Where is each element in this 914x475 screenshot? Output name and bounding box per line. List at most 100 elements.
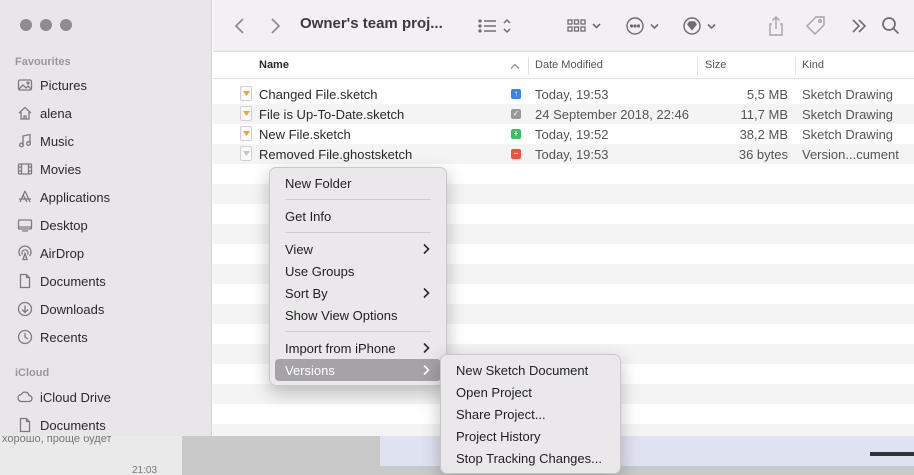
tag-icon xyxy=(806,16,825,35)
sidebar-item-music[interactable]: Music xyxy=(16,130,74,152)
file-row[interactable]: Removed File.ghostsketch − Today, 19:53 … xyxy=(213,144,914,164)
file-row[interactable]: File is Up-To-Date.sketch ✓ 24 September… xyxy=(213,104,914,124)
sidebar-item-label: iCloud Drive xyxy=(40,389,111,405)
tags-button[interactable] xyxy=(805,14,827,38)
sort-ascending-icon xyxy=(510,63,520,69)
sidebar-item-pictures[interactable]: Pictures xyxy=(16,74,87,96)
sidebar-item-label: Recents xyxy=(40,329,88,345)
chevron-right-icon xyxy=(271,18,281,34)
sketch-file-icon xyxy=(240,126,252,141)
ellipsis-circle-icon xyxy=(626,17,659,35)
file-kind: Sketch Drawing xyxy=(802,127,894,142)
applications-icon xyxy=(16,189,33,206)
column-header-size[interactable]: Size xyxy=(705,59,726,71)
sidebar-item-label: Documents xyxy=(40,273,106,289)
sidebar-item-home[interactable]: alena xyxy=(16,102,72,124)
menu-item-stop-tracking-changes[interactable]: Stop Tracking Changes... xyxy=(446,447,615,469)
sidebar-item-airdrop[interactable]: AirDrop xyxy=(16,242,84,264)
file-row[interactable]: New File.sketch + Today, 19:52 38,2 MB S… xyxy=(213,124,914,144)
menu-separator xyxy=(285,232,431,233)
file-row[interactable]: Changed File.sketch ↑ Today, 19:53 5,5 M… xyxy=(213,84,914,104)
chevron-left-icon xyxy=(234,18,244,34)
sketch-file-icon xyxy=(240,86,252,101)
file-size: 36 bytes xyxy=(738,147,788,162)
sketch-plugin-button[interactable] xyxy=(683,14,719,38)
window-title: Owner's team proj... xyxy=(300,15,443,32)
file-size: 11,7 MB xyxy=(740,107,788,122)
menu-item-share-project[interactable]: Share Project... xyxy=(446,403,615,425)
sidebar-item-downloads[interactable]: Downloads xyxy=(16,298,104,320)
more-toolbar-button[interactable] xyxy=(850,14,868,38)
sidebar-item-label: Movies xyxy=(40,161,82,177)
menu-item-versions[interactable]: Versions xyxy=(275,359,441,381)
menu-item-import-from-iphone[interactable]: Import from iPhone xyxy=(275,337,441,359)
recents-icon xyxy=(16,329,33,346)
sidebar: Favourites Pictures alena Music Movies A… xyxy=(0,0,212,436)
sidebar-item-documents[interactable]: Documents xyxy=(16,270,106,292)
column-header-date-modified[interactable]: Date Modified xyxy=(535,59,603,71)
sidebar-item-desktop[interactable]: Desktop xyxy=(16,214,88,236)
status-up-to-date-icon: ✓ xyxy=(511,109,521,119)
sidebar-item-label: Documents xyxy=(40,417,106,433)
sidebar-item-movies[interactable]: Movies xyxy=(16,158,81,180)
menu-item-new-sketch-document[interactable]: New Sketch Document xyxy=(446,359,615,381)
column-header-name[interactable]: Name xyxy=(259,59,289,71)
column-divider[interactable] xyxy=(528,57,529,75)
sidebar-item-label: Pictures xyxy=(40,77,87,93)
share-button[interactable] xyxy=(767,14,785,38)
file-name: Removed File.ghostsketch xyxy=(259,147,413,162)
chevron-double-right-icon xyxy=(852,19,867,33)
menu-item-label: Import from iPhone xyxy=(285,340,396,356)
menu-item-label: View xyxy=(285,241,313,257)
background-bar xyxy=(870,452,914,456)
chevron-right-icon xyxy=(423,364,430,376)
sidebar-item-icloud-drive[interactable]: iCloud Drive xyxy=(16,386,111,408)
menu-item-project-history[interactable]: Project History xyxy=(446,425,615,447)
menu-item-sort-by[interactable]: Sort By xyxy=(275,282,441,304)
group-by-button[interactable] xyxy=(567,14,603,38)
column-divider[interactable] xyxy=(795,57,796,75)
file-date: Today, 19:52 xyxy=(535,127,609,142)
menu-item-new-folder[interactable]: New Folder xyxy=(275,172,441,194)
zoom-window-button[interactable] xyxy=(60,19,72,31)
file-kind: Sketch Drawing xyxy=(802,107,894,122)
action-menu-button[interactable] xyxy=(626,14,662,38)
menu-item-view[interactable]: View xyxy=(275,238,441,260)
column-divider[interactable] xyxy=(697,57,698,75)
view-list-button[interactable] xyxy=(478,14,514,38)
menu-item-get-info[interactable]: Get Info xyxy=(275,205,441,227)
file-size: 38,2 MB xyxy=(739,127,788,142)
file-date: Today, 19:53 xyxy=(535,87,609,102)
sidebar-section-favourites: Favourites xyxy=(15,56,71,68)
file-name: File is Up-To-Date.sketch xyxy=(259,107,405,122)
file-date: Today, 19:53 xyxy=(535,147,609,162)
sidebar-item-applications[interactable]: Applications xyxy=(16,186,110,208)
menu-separator xyxy=(285,331,431,332)
sidebar-item-label: Downloads xyxy=(40,301,105,317)
back-button[interactable] xyxy=(233,14,247,38)
sidebar-item-recents[interactable]: Recents xyxy=(16,326,88,348)
file-name: New File.sketch xyxy=(259,127,351,142)
sketch-file-icon xyxy=(240,106,252,121)
airdrop-icon xyxy=(16,245,33,262)
background-message-time: 21:03 xyxy=(132,465,158,475)
sidebar-section-icloud: iCloud xyxy=(15,367,50,379)
forward-button[interactable] xyxy=(268,14,282,38)
downloads-icon xyxy=(16,301,33,318)
chevron-right-icon xyxy=(423,342,430,354)
list-view-icon xyxy=(478,18,511,34)
menu-item-show-view-options[interactable]: Show View Options xyxy=(275,304,441,326)
column-header-kind[interactable]: Kind xyxy=(802,59,824,71)
grid-icon xyxy=(567,19,601,32)
close-window-button[interactable] xyxy=(20,19,32,31)
menu-separator xyxy=(285,199,431,200)
search-button[interactable] xyxy=(881,14,901,38)
sketch-logo-icon xyxy=(683,17,716,35)
menu-item-open-project[interactable]: Open Project xyxy=(446,381,615,403)
menu-item-use-groups[interactable]: Use Groups xyxy=(275,260,441,282)
minimize-window-button[interactable] xyxy=(40,19,52,31)
desktop-icon xyxy=(16,217,33,234)
sidebar-item-icloud-documents[interactable]: Documents xyxy=(16,414,106,436)
file-name: Changed File.sketch xyxy=(259,87,378,102)
context-menu: New Folder Get Info View Use Groups Sort… xyxy=(269,167,447,386)
